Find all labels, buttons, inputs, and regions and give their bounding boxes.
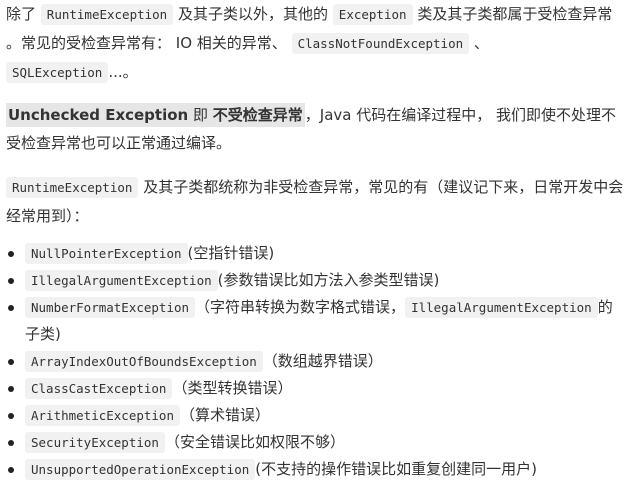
- bullet-icon: [8, 305, 14, 311]
- bullet-icon: [8, 413, 14, 419]
- exception-list: NullPointerException (空指针错误) IllegalArgum…: [6, 240, 625, 483]
- inline-code: ArrayIndexOutOfBoundsException: [25, 351, 263, 372]
- list-item: ClassCastException （类型转换错误）: [6, 375, 625, 402]
- paragraph-runtime-exceptions: RuntimeException 及其子类都统称为非受检查异常，常见的有（建议记…: [6, 173, 625, 230]
- text: 除了: [6, 5, 37, 23]
- text: 、: [473, 34, 489, 52]
- highlighted-term: Unchecked Exception 即 不受检查异常: [6, 103, 305, 127]
- list-item-desc: （算术错误）: [180, 406, 271, 424]
- inline-code: NumberFormatException: [25, 297, 196, 318]
- term-cn: 不受检查异常: [212, 106, 303, 124]
- inline-code: ClassNotFoundException: [291, 33, 470, 54]
- list-item-desc: (空指针错误): [187, 244, 275, 262]
- list-item-desc: （字符串转换为数字格式错误，: [195, 298, 406, 316]
- inline-code: ClassCastException: [25, 378, 173, 399]
- inline-code: UnsupportedOperationException: [25, 459, 256, 480]
- inline-code: ArithmeticException: [25, 405, 180, 426]
- list-item: NullPointerException (空指针错误): [6, 240, 625, 267]
- inline-code: RuntimeException: [6, 177, 139, 198]
- list-item: ArithmeticException （算术错误）: [6, 402, 625, 429]
- bullet-icon: [8, 467, 14, 473]
- inline-code: NullPointerException: [25, 243, 188, 264]
- list-item-desc: (不支持的操作错误比如重复创建同一用户): [255, 460, 537, 478]
- bullet-icon: [8, 440, 14, 446]
- list-item: UnsupportedOperationException (不支持的操作错误比如…: [6, 456, 625, 483]
- inline-code: Exception: [332, 4, 413, 25]
- list-item-desc: （类型转换错误）: [172, 379, 293, 397]
- bullet-icon: [8, 251, 14, 257]
- article-body: 除了 RuntimeException 及其子类以外，其他的 Exception…: [0, 0, 633, 493]
- list-item: NumberFormatException （字符串转换为数字格式错误， Illeg…: [6, 294, 625, 348]
- list-item-desc: （安全错误比如权限不够）: [164, 433, 345, 451]
- text: ...。: [108, 63, 138, 81]
- inline-code: IllegalArgumentException: [405, 297, 598, 318]
- inline-code: SQLException: [6, 62, 109, 83]
- term-en: Unchecked Exception: [8, 106, 189, 124]
- list-item-desc: (参数错误比如方法入参类型错误): [217, 271, 440, 289]
- list-item: IllegalArgumentException (参数错误比如方法入参类型错误): [6, 267, 625, 294]
- bullet-icon: [8, 278, 14, 284]
- list-item-desc: （数组越界错误）: [262, 352, 383, 370]
- bullet-icon: [8, 386, 14, 392]
- inline-code: IllegalArgumentException: [25, 270, 218, 291]
- bullet-icon: [8, 359, 14, 365]
- paragraph-checked-exceptions: 除了 RuntimeException 及其子类以外，其他的 Exception…: [6, 0, 625, 87]
- list-item: ArrayIndexOutOfBoundsException （数组越界错误）: [6, 348, 625, 375]
- paragraph-unchecked-exceptions: Unchecked Exception 即 不受检查异常 ，Java 代码在编译过…: [6, 101, 625, 157]
- list-item: SecurityException （安全错误比如权限不够）: [6, 429, 625, 456]
- term-mid: 即: [188, 106, 213, 124]
- inline-code: RuntimeException: [40, 4, 174, 25]
- inline-code: SecurityException: [25, 432, 165, 453]
- text: 及其子类以外，其他的: [178, 5, 329, 23]
